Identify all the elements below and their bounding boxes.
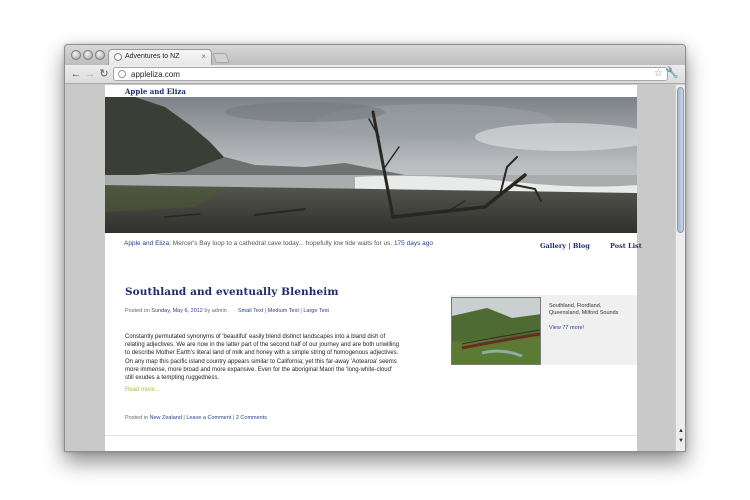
browser-tab[interactable]: Adventures to NZ × — [108, 49, 212, 65]
close-tab-icon[interactable]: × — [201, 52, 206, 61]
back-arrow-icon[interactable]: ← — [69, 66, 83, 82]
nav-post-list[interactable]: Post List — [610, 242, 642, 250]
latest-update-line: Apple and Eliza: Mercer's Bay loop to a … — [124, 240, 433, 247]
post-author[interactable]: admin — [212, 308, 227, 314]
zoom-window-button[interactable] — [95, 50, 105, 60]
view-more-link[interactable]: View 77 more! — [549, 325, 584, 331]
intro-text: Mercer's Bay loop to a cathedral cave to… — [170, 240, 394, 247]
scrollbar-thumb[interactable] — [677, 87, 684, 233]
bookmark-star-icon[interactable]: ☆ — [654, 68, 663, 79]
url-text: appleliza.com — [131, 70, 180, 79]
category-link[interactable]: New Zealand — [149, 415, 181, 421]
browser-window: Adventures to NZ × ← → ↻ appleliza.com ☆… — [64, 44, 686, 452]
comments-link[interactable]: 2 Comments — [236, 415, 267, 421]
intro-author[interactable]: Apple and Eliza: — [124, 240, 171, 247]
post-date[interactable]: Sunday, May 6, 2012 — [151, 308, 203, 314]
minimize-window-button[interactable] — [83, 50, 93, 60]
top-navigation: Gallery | Blog Post List — [540, 242, 642, 250]
browser-toolbar: ← → ↻ appleliza.com ☆ 🔧 — [65, 65, 685, 84]
tab-strip: Adventures to NZ × — [65, 45, 685, 65]
forward-arrow-icon[interactable]: → — [83, 66, 97, 82]
site-title[interactable]: Apple and Eliza — [125, 87, 186, 96]
page-viewport: Apple and Eliza Apple and Eliza: Mercer'… — [65, 85, 677, 451]
content-divider — [105, 435, 637, 436]
leave-comment-link[interactable]: Leave a Comment — [186, 415, 231, 421]
gallery-caption: Southland, Fiordland, Queensland, Milfor… — [549, 303, 619, 316]
new-tab-button[interactable] — [212, 53, 230, 63]
reload-icon[interactable]: ↻ — [97, 66, 111, 82]
page-favicon-icon — [114, 53, 122, 61]
address-bar[interactable]: appleliza.com ☆ — [113, 67, 668, 81]
post-title[interactable]: Southland and eventually Blenheim — [125, 286, 339, 298]
by-label: by — [202, 308, 212, 314]
posted-on-label: Posted on — [125, 308, 152, 314]
header-photo-beach-driftwood — [105, 97, 637, 233]
web-page: Apple and Eliza Apple and Eliza: Mercer'… — [105, 85, 642, 451]
intro-time[interactable]: 175 days ago — [394, 240, 433, 247]
vertical-scrollbar[interactable]: ▲ ▼ — [675, 85, 685, 451]
small-text-link[interactable]: Small Text — [238, 308, 263, 314]
scroll-up-arrow-icon[interactable]: ▲ — [678, 428, 684, 434]
medium-text-link[interactable]: Medium Text — [268, 308, 299, 314]
posted-in-label: Posted in — [125, 415, 150, 421]
wrench-menu-icon[interactable]: 🔧 — [665, 66, 679, 79]
read-more-link[interactable]: Read more... — [125, 387, 160, 393]
post-footer: Posted in New Zealand | Leave a Comment … — [125, 415, 268, 421]
post-meta: Posted on Sunday, May 6, 2012 by admin — [125, 308, 227, 314]
scroll-down-arrow-icon[interactable]: ▼ — [678, 438, 684, 444]
post-body: Constantly permutated synonyms of 'beaut… — [125, 334, 400, 382]
tab-title: Adventures to NZ — [125, 53, 180, 60]
gallery-thumbnail-bridge-photo[interactable] — [451, 297, 541, 365]
page-icon — [118, 70, 126, 78]
close-window-button[interactable] — [71, 50, 81, 60]
nav-gallery-blog[interactable]: Gallery | Blog — [540, 242, 590, 250]
text-size-controls: Small Text | Medium Text | Large Text — [238, 308, 329, 314]
large-text-link[interactable]: Large Text — [303, 308, 329, 314]
